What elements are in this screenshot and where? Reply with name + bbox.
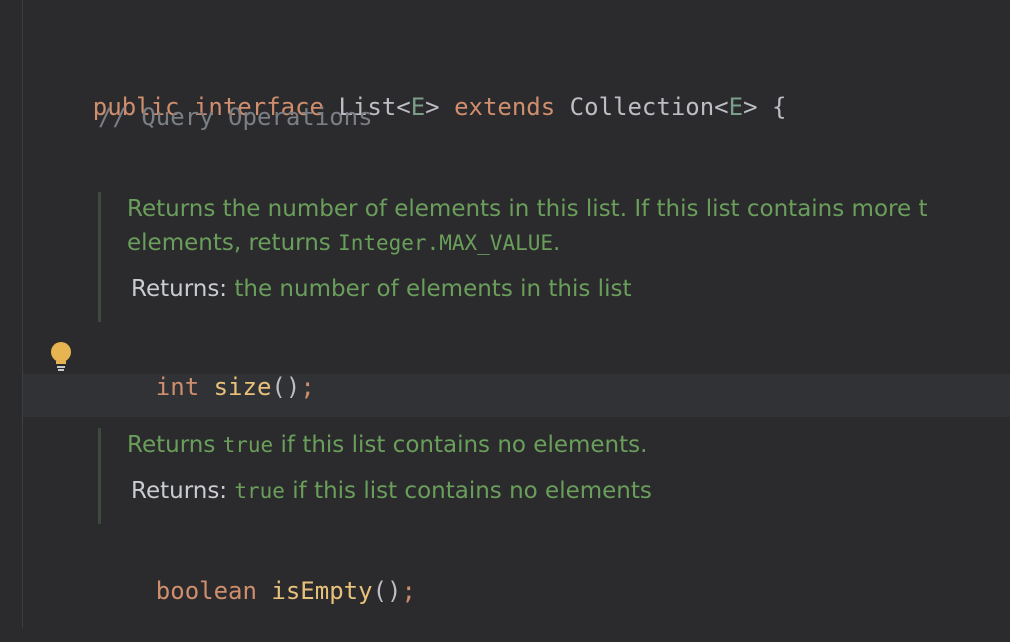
method-size[interactable]: size bbox=[214, 373, 272, 401]
type-param: E bbox=[410, 93, 426, 121]
javadoc-code[interactable]: Integer.MAX_VALUE bbox=[338, 231, 553, 255]
javadoc-isempty-line1: Returns true if this list contains no el… bbox=[127, 428, 652, 462]
javadoc-size[interactable]: Returns the number of elements in this l… bbox=[98, 192, 927, 322]
method-isempty[interactable]: isEmpty bbox=[271, 577, 372, 605]
returns-label: Returns: bbox=[131, 478, 228, 504]
type-param: E bbox=[728, 93, 744, 121]
interface-declaration-line[interactable]: public interface List<E> extends Collect… bbox=[35, 56, 787, 121]
javadoc-text: . bbox=[553, 230, 561, 256]
javadoc-isempty[interactable]: Returns true if this list contains no el… bbox=[98, 428, 652, 524]
javadoc-text: if this list contains no elements. bbox=[273, 432, 648, 458]
editor-gutter bbox=[0, 0, 23, 628]
type-collection[interactable]: Collection bbox=[570, 93, 715, 121]
javadoc-code[interactable]: true bbox=[223, 433, 274, 457]
angle-close: > bbox=[743, 93, 758, 121]
javadoc-isempty-returns: Returns: true if this list contains no e… bbox=[127, 474, 652, 508]
returns-text: the number of elements in this list bbox=[234, 276, 632, 302]
javadoc-text: Returns bbox=[127, 432, 223, 458]
comment-line[interactable]: // Query Operations bbox=[98, 100, 373, 134]
semicolon: ; bbox=[300, 373, 315, 401]
open-brace: { bbox=[771, 93, 787, 121]
type-boolean: boolean bbox=[155, 577, 257, 605]
angle-close: > bbox=[425, 93, 440, 121]
angle-open: < bbox=[396, 93, 411, 121]
code-editor[interactable]: public interface List<E> extends Collect… bbox=[23, 0, 1010, 628]
returns-label: Returns: bbox=[131, 276, 228, 302]
isempty-method-line[interactable]: boolean isEmpty(); bbox=[98, 540, 416, 605]
keyword-extends: extends bbox=[454, 93, 556, 121]
angle-open: < bbox=[714, 93, 729, 121]
javadoc-size-returns: Returns: the number of elements in this … bbox=[127, 272, 927, 306]
parens: () bbox=[271, 373, 301, 401]
javadoc-size-line2: elements, returns Integer.MAX_VALUE. bbox=[127, 226, 927, 260]
lightbulb-icon[interactable] bbox=[50, 342, 72, 372]
parens: () bbox=[372, 577, 402, 605]
returns-text: if this list contains no elements bbox=[284, 478, 652, 504]
returns-code[interactable]: true bbox=[234, 479, 285, 503]
semicolon: ; bbox=[401, 577, 416, 605]
javadoc-text: elements, returns bbox=[127, 230, 339, 256]
javadoc-size-line1: Returns the number of elements in this l… bbox=[127, 196, 928, 222]
type-int: int bbox=[155, 373, 200, 401]
size-method-line[interactable]: int size(); bbox=[98, 336, 315, 401]
